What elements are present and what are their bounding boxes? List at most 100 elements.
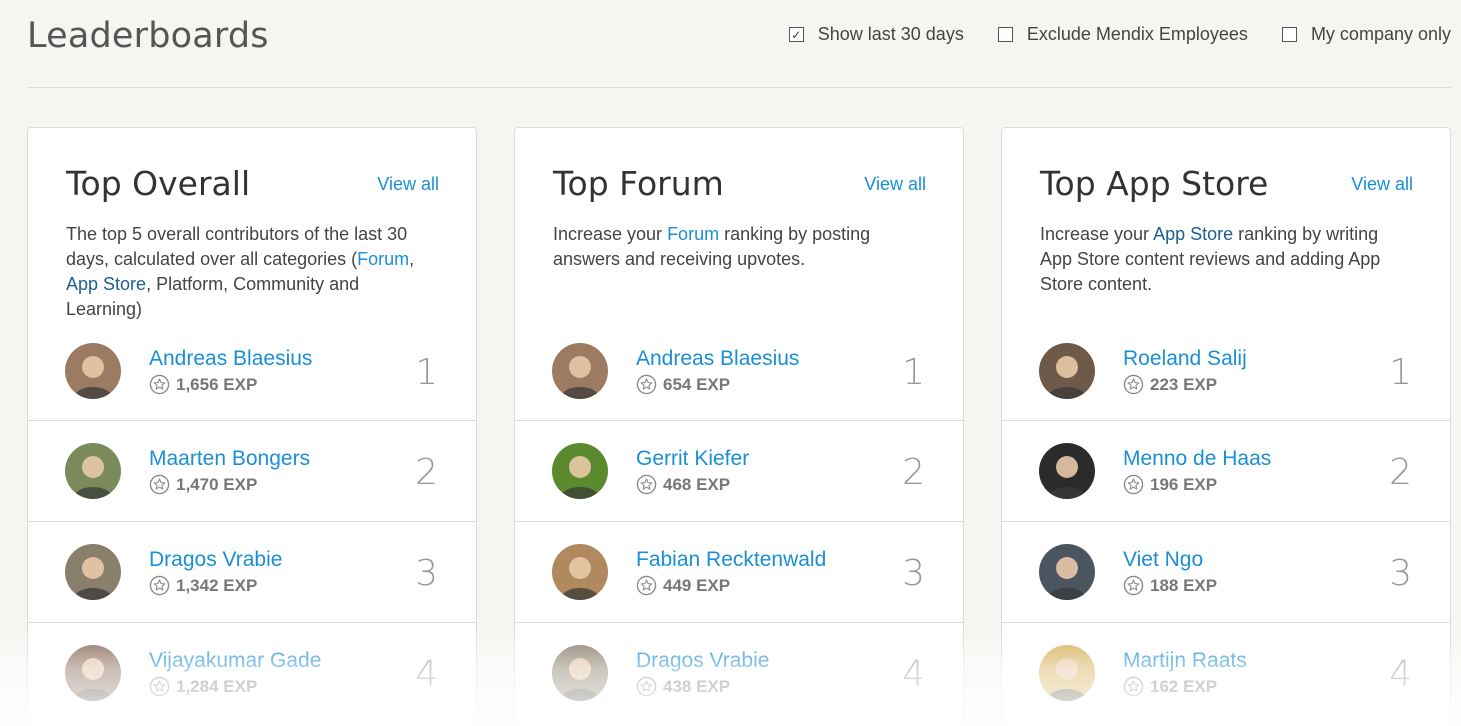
avatar[interactable] bbox=[552, 343, 608, 399]
exp-value: 438 EXP bbox=[663, 676, 731, 696]
exp-score: 449 EXP bbox=[636, 575, 730, 596]
exp-score: 438 EXP bbox=[636, 676, 730, 697]
leaderboard-row: Andreas Blaesius 1,656 EXP 1 bbox=[28, 321, 476, 421]
rank-number: 1 bbox=[415, 352, 438, 393]
exp-score: 654 EXP bbox=[636, 374, 730, 395]
avatar[interactable] bbox=[65, 544, 121, 600]
leaderboard-row: Gerrit Kiefer 468 EXP 2 bbox=[515, 421, 963, 522]
forum-link[interactable]: Forum bbox=[357, 249, 409, 269]
leaderboard-list: Andreas Blaesius 1,656 EXP 1 Maarten Bonger… bbox=[28, 321, 476, 724]
star-badge-icon bbox=[149, 474, 170, 495]
rank-number: 2 bbox=[1389, 452, 1412, 493]
card-title: Top App Store bbox=[1040, 164, 1269, 203]
leaderboard-row: Maarten Bongers 1,470 EXP 2 bbox=[28, 421, 476, 522]
avatar[interactable] bbox=[1039, 443, 1095, 499]
exp-score: 196 EXP bbox=[1123, 474, 1217, 495]
user-name-link[interactable]: Vijayakumar Gade bbox=[149, 649, 321, 673]
user-name-link[interactable]: Menno de Haas bbox=[1123, 447, 1271, 471]
star-badge-icon bbox=[636, 474, 657, 495]
exp-score: 188 EXP bbox=[1123, 575, 1217, 596]
exp-value: 223 EXP bbox=[1150, 374, 1218, 394]
rank-number: 3 bbox=[415, 553, 438, 594]
filter-bar: ✓ Show last 30 days Exclude Mendix Emplo… bbox=[788, 24, 1451, 45]
leaderboard-row: Fabian Recktenwald 449 EXP 3 bbox=[515, 522, 963, 623]
rank-number: 1 bbox=[902, 352, 925, 393]
view-all-link[interactable]: View all bbox=[1351, 174, 1413, 195]
rank-number: 3 bbox=[902, 553, 925, 594]
desc-text: Increase your bbox=[553, 224, 668, 244]
avatar[interactable] bbox=[1039, 544, 1095, 600]
avatar[interactable] bbox=[552, 645, 608, 701]
leaderboard-row: Menno de Haas 196 EXP 2 bbox=[1002, 421, 1450, 522]
star-badge-icon bbox=[149, 676, 170, 697]
leaderboard-row: Roeland Salij 223 EXP 1 bbox=[1002, 321, 1450, 421]
avatar[interactable] bbox=[1039, 343, 1095, 399]
app-store-link[interactable]: App Store bbox=[1153, 224, 1233, 244]
user-name-link[interactable]: Fabian Recktenwald bbox=[636, 548, 826, 572]
checkbox-icon[interactable] bbox=[997, 27, 1013, 42]
star-badge-icon bbox=[149, 575, 170, 596]
card-top-overall: Top Overall View all The top 5 overall c… bbox=[27, 127, 477, 726]
exp-value: 188 EXP bbox=[1150, 575, 1218, 595]
card-description: Increase your Forum ranking by posting a… bbox=[553, 222, 925, 272]
user-name-link[interactable]: Gerrit Kiefer bbox=[636, 447, 749, 471]
exp-score: 223 EXP bbox=[1123, 374, 1217, 395]
checkbox-icon[interactable] bbox=[1281, 27, 1297, 42]
rank-number: 4 bbox=[902, 654, 925, 695]
leaderboard-row: Dragos Vrabie 1,342 EXP 3 bbox=[28, 522, 476, 623]
star-badge-icon bbox=[636, 676, 657, 697]
card-title: Top Forum bbox=[553, 164, 724, 203]
exp-value: 162 EXP bbox=[1150, 676, 1218, 696]
page-title: Leaderboards bbox=[27, 16, 269, 56]
star-badge-icon bbox=[149, 374, 170, 395]
rank-number: 3 bbox=[1389, 553, 1412, 594]
view-all-link[interactable]: View all bbox=[377, 174, 439, 195]
star-badge-icon bbox=[1123, 575, 1144, 596]
exp-score: 468 EXP bbox=[636, 474, 730, 495]
user-name-link[interactable]: Dragos Vrabie bbox=[149, 548, 282, 572]
star-badge-icon bbox=[1123, 676, 1144, 697]
leaderboard-row: Dragos Vrabie 438 EXP 4 bbox=[515, 623, 963, 724]
exp-score: 1,284 EXP bbox=[149, 676, 257, 697]
filter-label: My company only bbox=[1310, 24, 1451, 44]
card-description: Increase your App Store ranking by writi… bbox=[1040, 222, 1412, 297]
leaderboard-list: Roeland Salij 223 EXP 1 Menno de Haas 196 EX… bbox=[1002, 321, 1450, 724]
filter-label: Show last 30 days bbox=[817, 24, 964, 44]
card-title: Top Overall bbox=[66, 164, 251, 203]
user-name-link[interactable]: Maarten Bongers bbox=[149, 447, 310, 471]
user-name-link[interactable]: Andreas Blaesius bbox=[636, 347, 799, 371]
avatar[interactable] bbox=[65, 343, 121, 399]
filter-my-company-only[interactable]: My company only bbox=[1281, 24, 1451, 45]
avatar[interactable] bbox=[552, 544, 608, 600]
user-name-link[interactable]: Martijn Raats bbox=[1123, 649, 1247, 673]
leaderboard-row: Vijayakumar Gade 1,284 EXP 4 bbox=[28, 623, 476, 724]
filter-exclude-mendix-employees[interactable]: Exclude Mendix Employees bbox=[997, 24, 1248, 45]
avatar[interactable] bbox=[65, 645, 121, 701]
avatar[interactable] bbox=[552, 443, 608, 499]
avatar[interactable] bbox=[65, 443, 121, 499]
user-name-link[interactable]: Andreas Blaesius bbox=[149, 347, 312, 371]
star-badge-icon bbox=[636, 374, 657, 395]
avatar[interactable] bbox=[1039, 645, 1095, 701]
star-badge-icon bbox=[1123, 374, 1144, 395]
exp-score: 1,342 EXP bbox=[149, 575, 257, 596]
card-top-forum: Top Forum View all Increase your Forum r… bbox=[514, 127, 964, 726]
leaderboard-row: Viet Ngo 188 EXP 3 bbox=[1002, 522, 1450, 623]
user-name-link[interactable]: Dragos Vrabie bbox=[636, 649, 769, 673]
exp-value: 468 EXP bbox=[663, 474, 731, 494]
exp-value: 1,342 EXP bbox=[176, 575, 258, 595]
rank-number: 2 bbox=[902, 452, 925, 493]
user-name-link[interactable]: Roeland Salij bbox=[1123, 347, 1247, 371]
exp-value: 654 EXP bbox=[663, 374, 731, 394]
view-all-link[interactable]: View all bbox=[864, 174, 926, 195]
filter-label: Exclude Mendix Employees bbox=[1026, 24, 1248, 44]
rank-number: 1 bbox=[1389, 352, 1412, 393]
app-store-link[interactable]: App Store bbox=[66, 274, 146, 294]
exp-value: 1,470 EXP bbox=[176, 474, 258, 494]
user-name-link[interactable]: Viet Ngo bbox=[1123, 548, 1203, 572]
checkbox-checked-icon[interactable]: ✓ bbox=[788, 27, 804, 42]
forum-link[interactable]: Forum bbox=[667, 224, 719, 244]
rank-number: 2 bbox=[415, 452, 438, 493]
desc-text: , bbox=[409, 249, 415, 269]
filter-show-last-30-days[interactable]: ✓ Show last 30 days bbox=[788, 24, 964, 45]
